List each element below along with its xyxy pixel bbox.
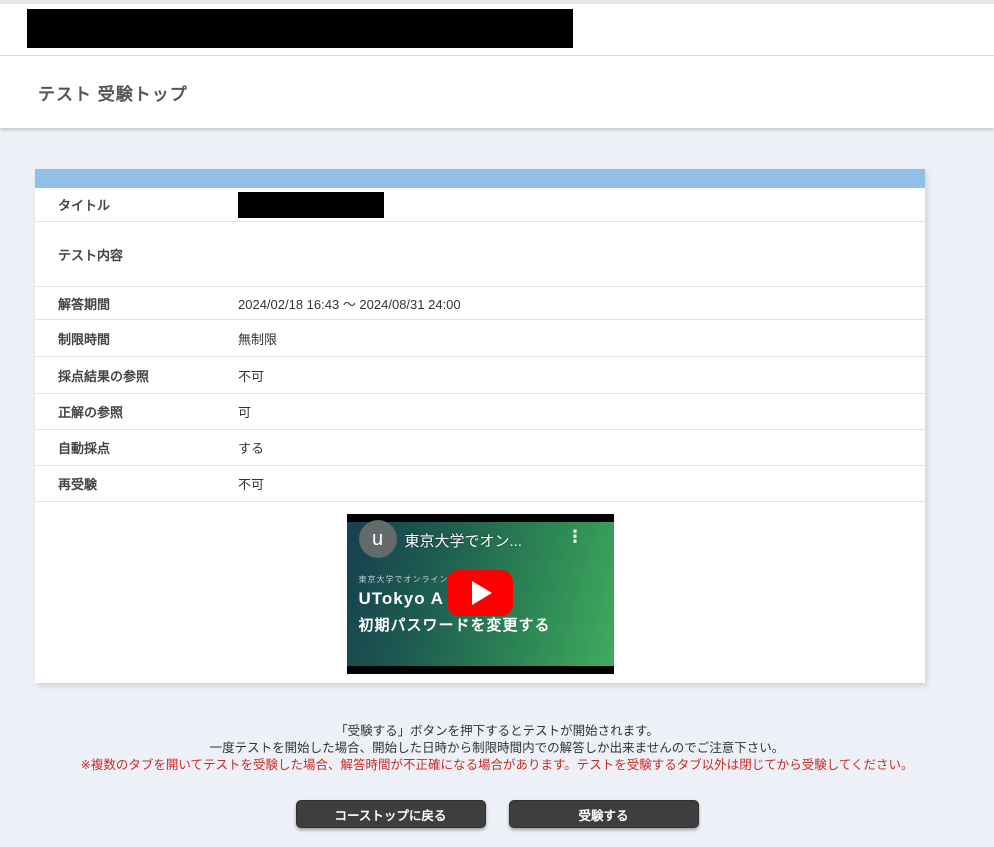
play-triangle-icon [472, 581, 492, 605]
warning-text: ※複数のタブを開いてテストを受験した場合、解答時間が不正確になる場合があります。… [0, 757, 994, 774]
video-title-link[interactable]: 東京大学でオン... [405, 530, 523, 551]
instruction-line-2: 一度テストを開始した場合、開始した日時から制限時間内での解答しか出来ませんのでご… [0, 740, 994, 757]
instructions: 「受験する」ボタンを押下するとテストが開始されます。 一度テストを開始した場合、… [0, 723, 994, 774]
action-buttons: コーストップに戻る 受験する [0, 800, 994, 828]
table-row: 正解の参照 可 [35, 394, 925, 430]
table-row: 自動採点 する [35, 430, 925, 466]
main-content: タイトル テスト内容 解答期間 2024/02/18 16:43 〜 2024/… [0, 128, 994, 828]
table-row: 解答期間 2024/02/18 16:43 〜 2024/08/31 24:00 [35, 287, 925, 320]
table-row: 採点結果の参照 不可 [35, 357, 925, 394]
take-test-button[interactable]: 受験する [509, 800, 699, 828]
title-band: テスト 受験トップ [0, 56, 994, 128]
row-label-time-limit: 制限時間 [35, 329, 238, 348]
youtube-embed[interactable]: 東京大学でオンライン授業 UTokyo A 初期パスワードを変更する u 東京大… [347, 514, 614, 674]
row-label-correct-answers: 正解の参照 [35, 402, 238, 421]
page-header [0, 4, 994, 56]
row-value-grading-results: 不可 [238, 366, 925, 385]
row-label-content: テスト内容 [35, 245, 238, 264]
youtube-play-button[interactable] [447, 570, 513, 616]
table-header-bar [35, 169, 925, 188]
test-info-panel: タイトル テスト内容 解答期間 2024/02/18 16:43 〜 2024/… [35, 169, 925, 683]
row-label-title: タイトル [35, 195, 238, 214]
row-label-grading-results: 採点結果の参照 [35, 366, 238, 385]
table-row: テスト内容 [35, 222, 925, 287]
page-title: テスト 受験トップ [38, 80, 188, 105]
row-label-auto-grading: 自動採点 [35, 438, 238, 457]
channel-avatar[interactable]: u [359, 520, 397, 558]
row-value-correct-answers: 可 [238, 402, 925, 421]
row-value-time-limit: 無制限 [238, 329, 925, 348]
kebab-menu-icon[interactable]: ⋮ [567, 527, 584, 547]
redacted-title-value [238, 192, 384, 218]
row-label-retake: 再受験 [35, 474, 238, 493]
instruction-line-1: 「受験する」ボタンを押下するとテストが開始されます。 [0, 723, 994, 740]
back-to-course-top-button[interactable]: コーストップに戻る [296, 800, 486, 828]
thumbnail-text-line3: 初期パスワードを変更する [359, 614, 551, 635]
row-value-period: 2024/02/18 16:43 〜 2024/08/31 24:00 [238, 294, 925, 313]
video-row: 東京大学でオンライン授業 UTokyo A 初期パスワードを変更する u 東京大… [35, 502, 925, 683]
row-value-retake: 不可 [238, 474, 925, 493]
redacted-header-info [27, 9, 573, 48]
table-row: タイトル [35, 188, 925, 222]
table-row: 制限時間 無制限 [35, 320, 925, 357]
row-label-period: 解答期間 [35, 294, 238, 313]
row-value-auto-grading: する [238, 438, 925, 457]
row-value-title [238, 192, 925, 218]
table-row: 再受験 不可 [35, 466, 925, 502]
